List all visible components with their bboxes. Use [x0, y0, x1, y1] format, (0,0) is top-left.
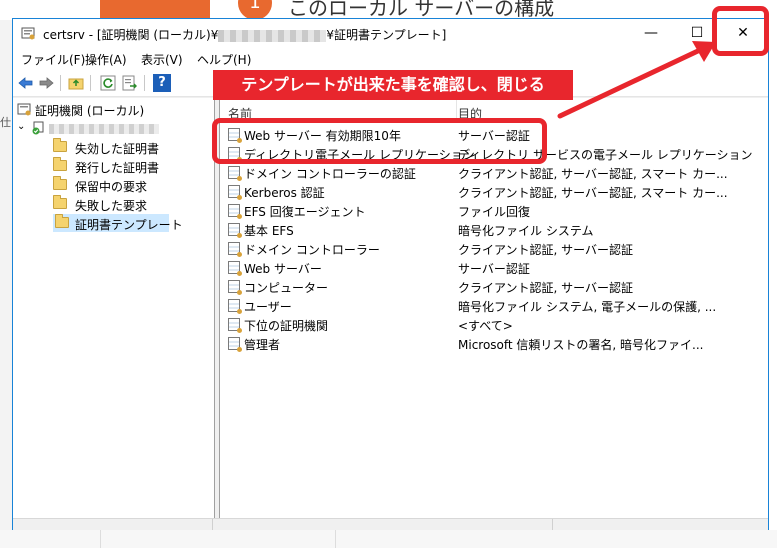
instruction-callout: テンプレートが出来た事を確認し、閉じる — [213, 70, 573, 100]
